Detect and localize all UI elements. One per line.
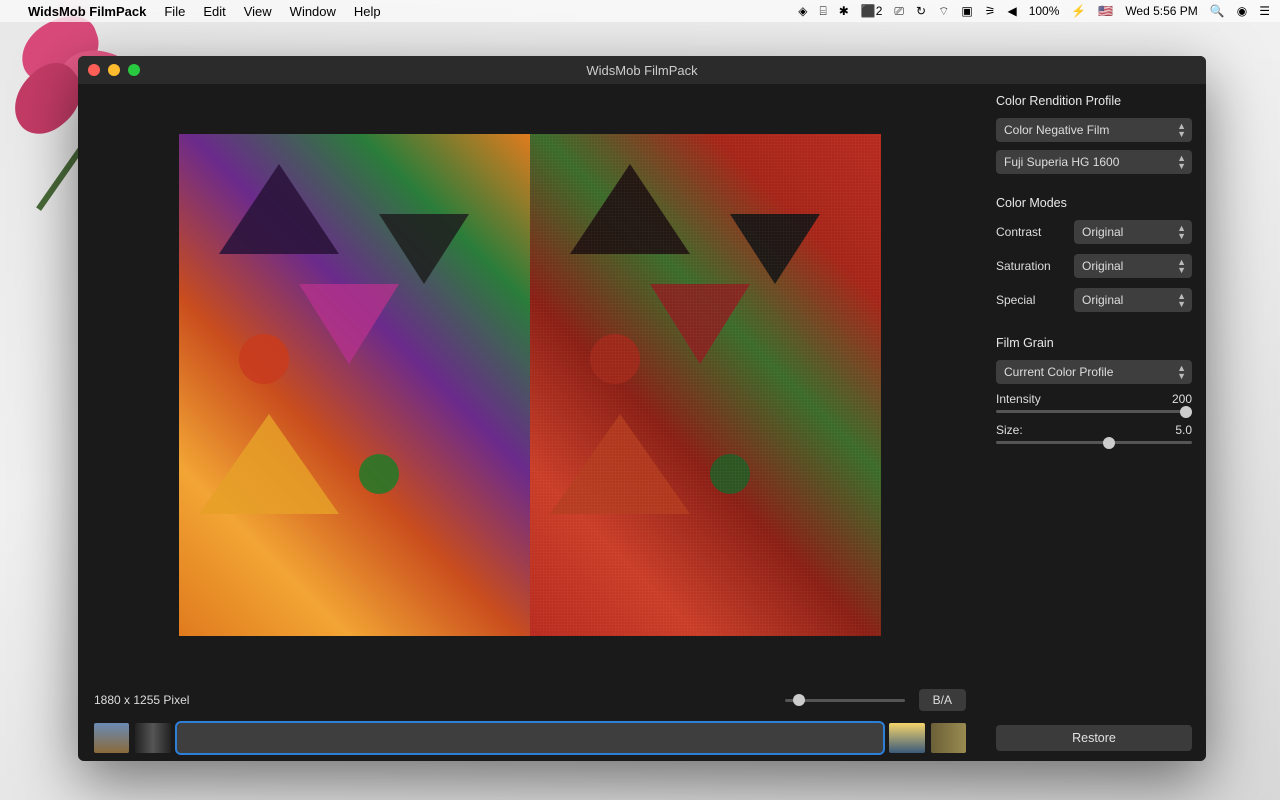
thumbnail-1[interactable] [94,723,129,753]
maximize-button[interactable] [128,64,140,76]
minimize-button[interactable] [108,64,120,76]
status-screencap-icon[interactable]: ⎚ [894,4,904,19]
panel-color-rendition: Color Rendition Profile Color Negative F… [996,94,1192,182]
label-intensity: Intensity [996,392,1041,406]
image-dimensions: 1880 x 1255 Pixel [94,693,189,707]
select-film-profile[interactable]: Fuji Superia HG 1600 [996,150,1192,174]
status-flag-icon[interactable]: 🇺🇸 [1098,4,1113,18]
menu-view[interactable]: View [244,4,272,19]
thumbnail-5[interactable] [931,723,966,753]
status-evernote-icon[interactable]: ✱ [839,4,849,18]
app-window: WidsMob FilmPack [78,56,1206,761]
panel-title-color-modes: Color Modes [996,196,1192,210]
status-volume-icon[interactable]: ◀ [1007,4,1016,18]
status-siri-icon[interactable]: ◉ [1237,4,1247,18]
menu-window[interactable]: Window [290,4,336,19]
preview-image[interactable] [179,134,881,636]
thumbnail-strip [78,717,982,753]
before-after-toggle[interactable]: B/A [919,689,966,711]
preview-before [179,134,530,636]
label-saturation: Saturation [996,259,1066,273]
window-titlebar[interactable]: WidsMob FilmPack [78,56,1206,84]
label-contrast: Contrast [996,225,1066,239]
status-wifi-icon[interactable]: ⚞ [985,4,996,18]
restore-button[interactable]: Restore [996,725,1192,751]
status-timemachine-icon[interactable]: ↻ [916,4,926,18]
status-clock[interactable]: Wed 5:56 PM [1125,4,1197,18]
status-box-icon[interactable]: ⌸ [820,4,827,19]
status-adobe-icon[interactable]: ⬛2 [861,4,883,18]
menu-edit[interactable]: Edit [203,4,225,19]
menu-file[interactable]: File [164,4,185,19]
select-special[interactable]: Original [1074,288,1192,312]
thumbnail-2[interactable] [135,723,170,753]
status-compass-icon[interactable]: ◈ [798,4,807,18]
panel-color-modes: Color Modes Contrast Original▲▼ Saturati… [996,196,1192,322]
select-saturation[interactable]: Original [1074,254,1192,278]
side-panel: Color Rendition Profile Color Negative F… [982,84,1206,761]
window-title: WidsMob FilmPack [586,63,697,78]
status-bluetooth-icon[interactable]: ⌔ [938,4,949,19]
select-grain-profile[interactable]: Current Color Profile [996,360,1192,384]
slider-intensity[interactable] [996,410,1192,413]
panel-title-color-rendition: Color Rendition Profile [996,94,1192,108]
mac-menubar: WidsMob FilmPack File Edit View Window H… [0,0,1280,22]
thumbnail-3[interactable] [177,723,884,753]
panel-film-grain: Film Grain Current Color Profile ▲▼ Inte… [996,336,1192,454]
preview-after [530,134,881,636]
slider-size[interactable] [996,441,1192,444]
select-film-type[interactable]: Color Negative Film [996,118,1192,142]
select-contrast[interactable]: Original [1074,220,1192,244]
label-special: Special [996,293,1066,307]
status-battery-icon[interactable]: ▣ [961,4,972,18]
status-spotlight-icon[interactable]: 🔍 [1210,4,1225,18]
menubar-app-name[interactable]: WidsMob FilmPack [28,4,146,19]
close-button[interactable] [88,64,100,76]
main-area: 1880 x 1255 Pixel B/A [78,84,982,761]
status-charging-icon: ⚡ [1071,4,1086,18]
status-notification-icon[interactable]: ☰ [1259,4,1270,18]
panel-title-film-grain: Film Grain [996,336,1192,350]
thumbnail-4[interactable] [889,723,924,753]
value-intensity: 200 [1172,392,1192,406]
zoom-slider[interactable] [785,699,905,702]
menu-help[interactable]: Help [354,4,381,19]
value-size: 5.0 [1175,423,1192,437]
status-battery-percent[interactable]: 100% [1029,4,1060,18]
label-size: Size: [996,423,1023,437]
